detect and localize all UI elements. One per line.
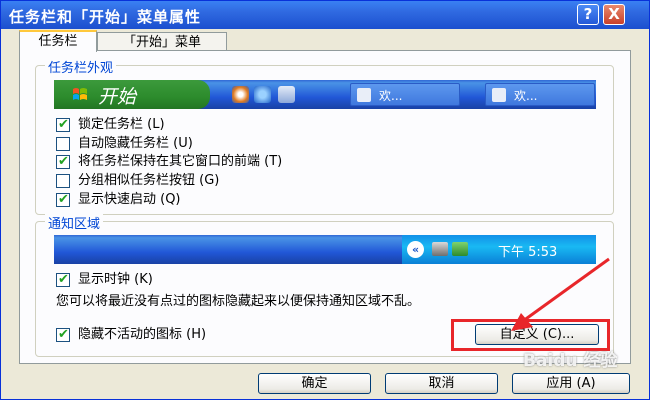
keep-on-top-checkbox[interactable]: ✔ — [56, 154, 70, 169]
windows-flag-icon — [73, 88, 87, 100]
help-button[interactable]: ? — [577, 4, 599, 25]
tab-start-menu[interactable]: 「开始」菜单 — [97, 32, 227, 52]
show-clock-checkbox[interactable]: ✔ — [56, 272, 70, 287]
lock-taskbar-checkbox[interactable]: ✔ — [56, 117, 70, 132]
taskbar-preview: 开始 欢... 欢... — [54, 80, 596, 109]
window-title: 任务栏和「开始」菜单属性 — [9, 8, 202, 26]
baidu-watermark: Baidu 经验 — [523, 351, 618, 371]
title-bar[interactable]: 任务栏和「开始」菜单属性 ? X — [1, 1, 649, 29]
notification-description: 您可以将最近没有点过的图标隐藏起来以便保持通知区域不乱。 — [56, 294, 421, 309]
close-button[interactable]: X — [603, 4, 625, 25]
quick-launch-checkbox[interactable]: ✔ — [56, 192, 70, 207]
taskbar-item-label: 欢... — [514, 89, 538, 103]
auto-hide-checkbox[interactable] — [56, 137, 70, 151]
cancel-button[interactable]: 取消 — [385, 373, 498, 394]
lock-taskbar-label: 锁定任务栏 (L) — [78, 117, 165, 132]
internet-explorer-icon — [254, 86, 271, 103]
apply-button[interactable]: 应用 (A) — [512, 373, 630, 394]
tab-taskbar[interactable]: 任务栏 — [19, 30, 97, 52]
show-desktop-icon — [278, 86, 295, 103]
network-icon — [432, 242, 448, 256]
quick-launch-label: 显示快速启动 (Q) — [78, 192, 181, 207]
taskbar-item: 欢... — [485, 83, 595, 106]
media-player-icon — [232, 86, 249, 103]
hide-inactive-label: 隐藏不活动的图标 (H) — [78, 327, 207, 342]
taskbar-item: 欢... — [350, 83, 460, 106]
show-clock-label: 显示时钟 (K) — [78, 272, 153, 287]
taskbar-item-label: 欢... — [379, 89, 403, 103]
ie-page-icon — [492, 88, 506, 102]
taskbar-appearance-label: 任务栏外观 — [45, 57, 117, 76]
security-icon — [452, 242, 468, 256]
ok-button[interactable]: 确定 — [258, 373, 371, 394]
notification-area-label: 通知区域 — [45, 213, 104, 232]
start-label: 开始 — [98, 86, 137, 108]
start-button-preview: 开始 — [54, 80, 210, 109]
red-arrow-annotation — [511, 257, 610, 331]
ie-page-icon — [357, 88, 371, 102]
expand-chevron-icon: « — [407, 241, 424, 258]
group-buttons-checkbox[interactable] — [56, 174, 70, 188]
keep-on-top-label: 将任务栏保持在其它窗口的前端 (T) — [78, 154, 283, 169]
hide-inactive-checkbox[interactable]: ✔ — [56, 327, 70, 342]
auto-hide-label: 自动隐藏任务栏 (U) — [78, 136, 193, 151]
group-buttons-label: 分组相似任务栏按钮 (G) — [78, 173, 220, 188]
dialog-window: 任务栏和「开始」菜单属性 ? X 任务栏 「开始」菜单 任务栏外观 开始 欢..… — [0, 0, 650, 400]
